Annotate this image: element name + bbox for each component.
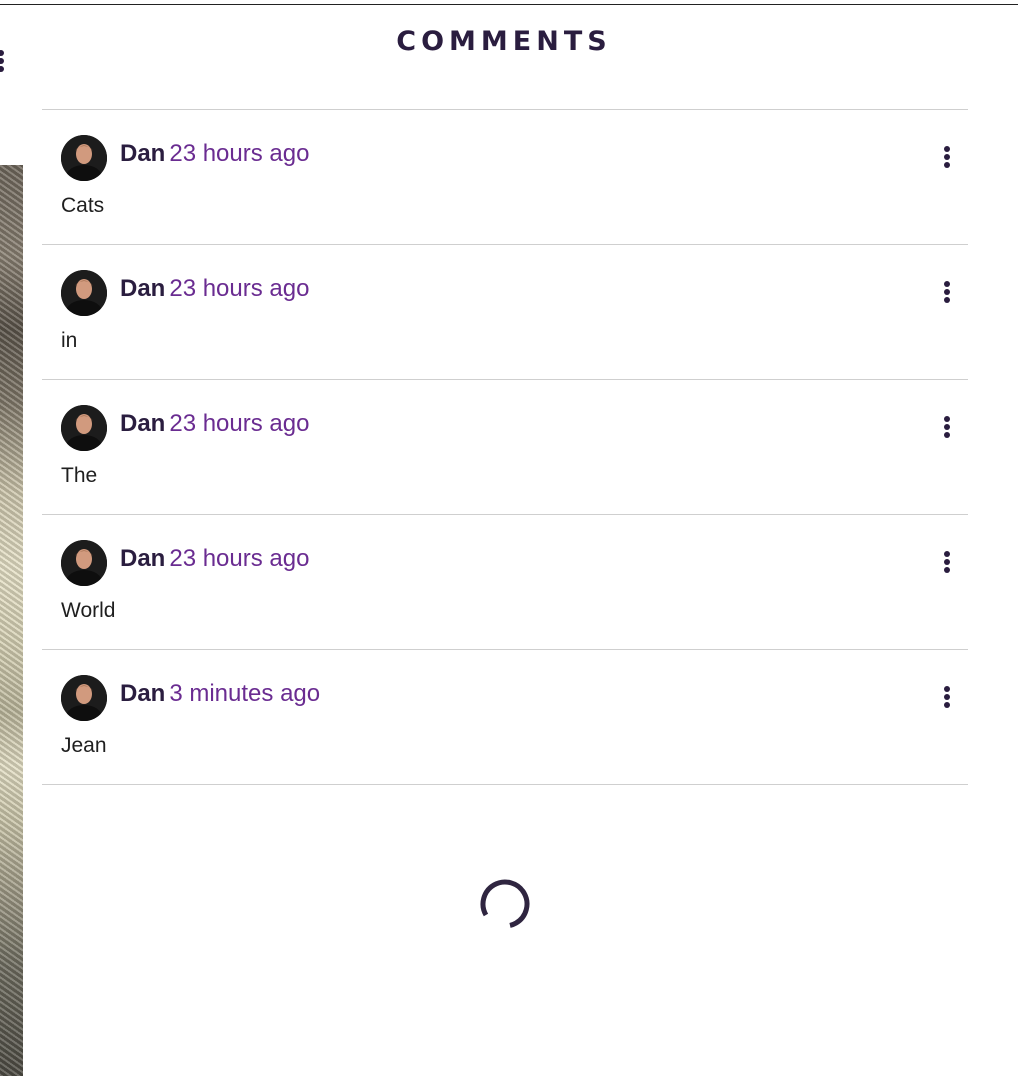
comment-list: Dan 23 hours ago Cats Dan 23 hours ago i… <box>42 109 968 785</box>
comment-header: Dan 23 hours ago <box>120 545 309 573</box>
comment-author[interactable]: Dan <box>120 410 165 437</box>
comment-time: 23 hours ago <box>169 140 310 167</box>
top-divider <box>0 4 1018 5</box>
comment-author[interactable]: Dan <box>120 275 165 302</box>
comment-item: Dan 3 minutes ago Jean <box>42 650 968 785</box>
comments-page: COMMENTS Dan 23 hours ago Cats Dan 23 ho… <box>0 0 1018 1076</box>
spinner-icon <box>480 879 530 929</box>
comment-author[interactable]: Dan <box>120 680 165 707</box>
more-vertical-icon[interactable] <box>940 144 954 170</box>
comment-header: Dan 23 hours ago <box>120 410 309 438</box>
comment-time: 23 hours ago <box>169 545 310 572</box>
user-avatar-icon <box>61 135 107 181</box>
comment-author[interactable]: Dan <box>120 140 165 167</box>
avatar[interactable] <box>61 540 107 586</box>
comment-header: Dan 3 minutes ago <box>120 680 320 708</box>
comment-text: World <box>61 599 116 622</box>
comment-header: Dan 23 hours ago <box>120 140 309 168</box>
comment-text: Jean <box>61 734 107 757</box>
comment-time: 3 minutes ago <box>169 680 321 707</box>
more-vertical-icon[interactable] <box>940 279 954 305</box>
comment-author[interactable]: Dan <box>120 545 165 572</box>
user-avatar-icon <box>61 405 107 451</box>
cat-photo-edge <box>0 165 23 1076</box>
more-vertical-icon[interactable] <box>940 549 954 575</box>
page-title: COMMENTS <box>396 26 612 57</box>
avatar[interactable] <box>61 135 107 181</box>
user-avatar-icon <box>61 540 107 586</box>
more-vertical-icon[interactable] <box>940 684 954 710</box>
comment-text: Cats <box>61 194 105 217</box>
comment-item: Dan 23 hours ago World <box>42 515 968 650</box>
more-vertical-icon[interactable] <box>940 414 954 440</box>
comment-item: Dan 23 hours ago in <box>42 245 968 380</box>
comment-header: Dan 23 hours ago <box>120 275 309 303</box>
comment-item: Dan 23 hours ago Cats <box>42 110 968 245</box>
avatar[interactable] <box>61 675 107 721</box>
comment-time: 23 hours ago <box>169 275 310 302</box>
avatar[interactable] <box>61 405 107 451</box>
user-avatar-icon <box>61 270 107 316</box>
comment-item: Dan 23 hours ago The <box>42 380 968 515</box>
user-avatar-icon <box>61 675 107 721</box>
avatar[interactable] <box>61 270 107 316</box>
comment-time: 23 hours ago <box>169 410 310 437</box>
comment-text: in <box>61 329 78 352</box>
comment-text: The <box>61 464 98 487</box>
